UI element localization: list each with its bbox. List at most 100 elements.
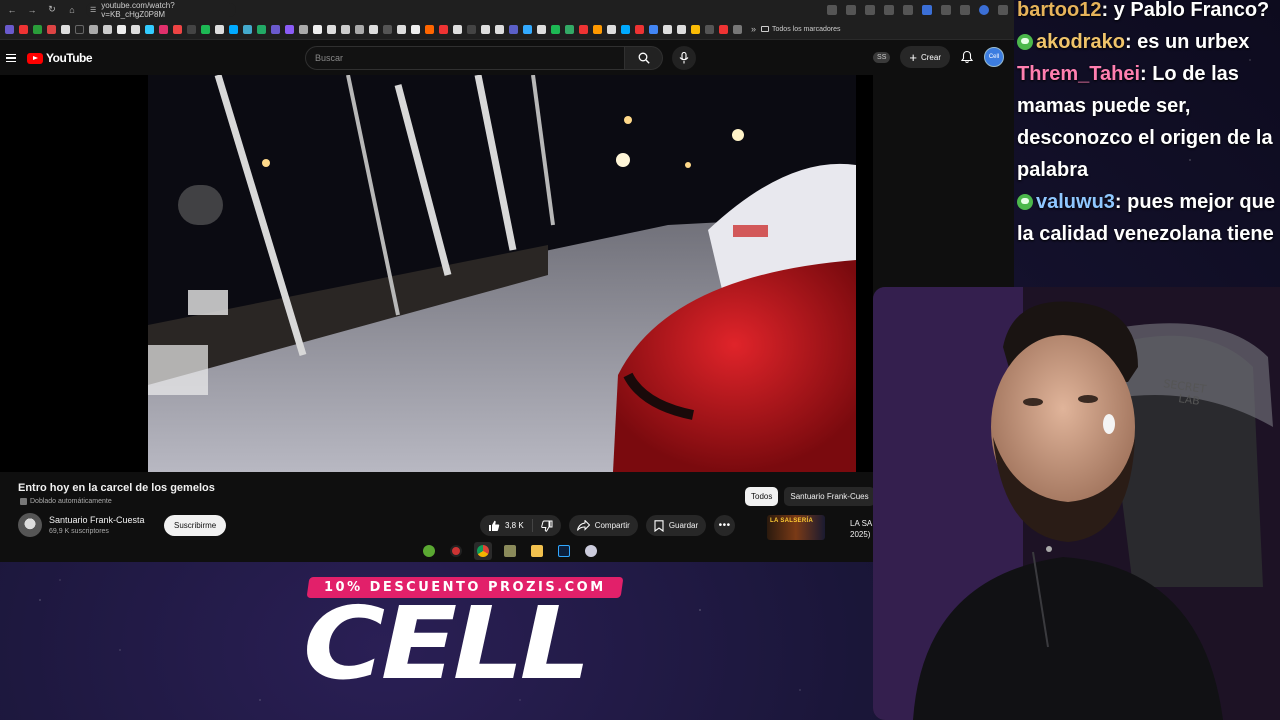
- search-input[interactable]: Buscar: [305, 46, 625, 70]
- site-settings-icon[interactable]: ☰: [90, 6, 96, 14]
- kebab-menu-icon[interactable]: [998, 4, 1008, 15]
- chip-channel[interactable]: Santuario Frank-Cues: [784, 487, 875, 506]
- bookmark-icon[interactable]: [523, 24, 532, 34]
- bookmark-icon[interactable]: [691, 24, 700, 34]
- file-explorer-icon[interactable]: [528, 542, 546, 560]
- bookmark-icon[interactable]: [173, 24, 182, 34]
- bookmark-icon[interactable]: [467, 24, 476, 34]
- photoshop-icon[interactable]: [555, 542, 573, 560]
- video-player[interactable]: [148, 75, 856, 472]
- voice-search-button[interactable]: [672, 46, 696, 70]
- chat-username[interactable]: valuwu3: [1036, 191, 1115, 213]
- bookmark-icon[interactable]: [5, 24, 14, 34]
- bookmark-icon[interactable]: [327, 24, 336, 34]
- bookmark-icon[interactable]: [537, 24, 546, 34]
- bookmark-icon[interactable]: [159, 24, 168, 34]
- reload-icon[interactable]: ↻: [46, 4, 58, 16]
- bookmark-icon[interactable]: [551, 24, 560, 34]
- hamburger-menu-icon[interactable]: [6, 53, 16, 63]
- bookmark-icon[interactable]: [285, 24, 294, 34]
- bookmark-icon[interactable]: [19, 24, 28, 34]
- bookmark-icon[interactable]: [649, 24, 658, 34]
- bookmark-icon[interactable]: [593, 24, 602, 34]
- bookmark-icon[interactable]: [663, 24, 672, 34]
- bookmarks-overflow-icon[interactable]: »: [751, 24, 756, 34]
- bookmark-icon[interactable]: [397, 24, 406, 34]
- bookmark-icon[interactable]: [621, 24, 630, 34]
- bookmark-star-icon[interactable]: [865, 4, 875, 15]
- bookmark-icon[interactable]: [579, 24, 588, 34]
- bookmark-icon[interactable]: [733, 24, 742, 34]
- bookmark-icon[interactable]: [47, 24, 56, 34]
- forward-icon[interactable]: →: [26, 4, 38, 16]
- bookmark-icon[interactable]: [299, 24, 308, 34]
- bookmark-icon[interactable]: [313, 24, 322, 34]
- bookmark-icon[interactable]: [509, 24, 518, 34]
- profile-icon[interactable]: [979, 4, 989, 15]
- taskbar-app-icon[interactable]: [582, 542, 600, 560]
- bookmark-icon[interactable]: [453, 24, 462, 34]
- bookmark-icon[interactable]: [117, 24, 126, 34]
- channel-avatar[interactable]: [18, 513, 42, 537]
- more-actions-button[interactable]: •••: [714, 515, 736, 536]
- channel-name[interactable]: Santuario Frank-Cuesta: [49, 515, 145, 525]
- bookmark-icon[interactable]: [495, 24, 504, 34]
- bookmark-icon[interactable]: [481, 24, 490, 34]
- bookmark-icon[interactable]: [243, 24, 252, 34]
- extension-icon[interactable]: [922, 4, 932, 15]
- recommended-video-thumbnail[interactable]: LA SALSERÍA: [767, 515, 825, 540]
- notifications-bell-icon[interactable]: [960, 50, 974, 64]
- youtube-logo[interactable]: YouTube: [27, 51, 93, 65]
- bookmark-icon[interactable]: [677, 24, 686, 34]
- taskbar-app-icon[interactable]: [501, 542, 519, 560]
- bookmark-icon[interactable]: [635, 24, 644, 34]
- user-avatar[interactable]: Cell: [984, 47, 1004, 67]
- bookmark-icon[interactable]: [257, 24, 266, 34]
- bookmark-icon[interactable]: [33, 24, 42, 34]
- create-button[interactable]: + Crear: [900, 46, 950, 68]
- bookmark-icon[interactable]: [75, 24, 84, 34]
- chat-username[interactable]: bartoo12: [1017, 0, 1101, 21]
- bookmark-icon[interactable]: [131, 24, 140, 34]
- tab-search-icon[interactable]: [960, 4, 970, 15]
- home-icon[interactable]: ⌂: [66, 4, 78, 16]
- bookmark-icon[interactable]: [271, 24, 280, 34]
- bookmark-icon[interactable]: [215, 24, 224, 34]
- bookmark-icon[interactable]: [341, 24, 350, 34]
- share-button[interactable]: Compartir: [568, 515, 638, 536]
- chip-todos[interactable]: Todos: [745, 487, 779, 506]
- bookmark-icon[interactable]: [229, 24, 238, 34]
- bookmark-icon[interactable]: [355, 24, 364, 34]
- zoom-icon[interactable]: [846, 4, 856, 15]
- bookmark-icon[interactable]: [719, 24, 728, 34]
- taskbar-app-icon[interactable]: [447, 542, 465, 560]
- bookmark-icon[interactable]: [607, 24, 616, 34]
- puzzle-icon[interactable]: [941, 4, 951, 15]
- extension-icon[interactable]: [903, 4, 913, 15]
- extension-icon[interactable]: [884, 4, 894, 15]
- all-bookmarks-folder[interactable]: Todos los marcadores: [761, 26, 841, 33]
- like-button[interactable]: 3,8 K: [480, 515, 532, 536]
- bookmark-icon[interactable]: [383, 24, 392, 34]
- bookmark-icon[interactable]: [705, 24, 714, 34]
- cast-icon[interactable]: [827, 4, 837, 15]
- bookmark-icon[interactable]: [187, 24, 196, 34]
- url-field[interactable]: ☰ youtube.com/watch?v=KB_cHgZ0P8M: [86, 1, 236, 19]
- recommended-video-title[interactable]: LA SA 2025): [850, 518, 872, 540]
- bookmark-icon[interactable]: [103, 24, 112, 34]
- dislike-button[interactable]: [533, 515, 561, 536]
- chat-username[interactable]: Threm_Tahei: [1017, 63, 1140, 85]
- bookmark-icon[interactable]: [411, 24, 420, 34]
- save-button[interactable]: Guardar: [645, 515, 707, 536]
- subscribe-button[interactable]: Suscribirme: [164, 515, 227, 536]
- bookmark-icon[interactable]: [439, 24, 448, 34]
- chrome-icon[interactable]: [474, 542, 492, 560]
- bookmark-icon[interactable]: [61, 24, 70, 34]
- bookmark-icon[interactable]: [201, 24, 210, 34]
- bookmark-icon[interactable]: [565, 24, 574, 34]
- bookmark-icon[interactable]: [425, 24, 434, 34]
- bookmark-icon[interactable]: [89, 24, 98, 34]
- chat-username[interactable]: akodrako: [1036, 31, 1125, 53]
- bookmark-icon[interactable]: [369, 24, 378, 34]
- back-icon[interactable]: ←: [6, 4, 18, 16]
